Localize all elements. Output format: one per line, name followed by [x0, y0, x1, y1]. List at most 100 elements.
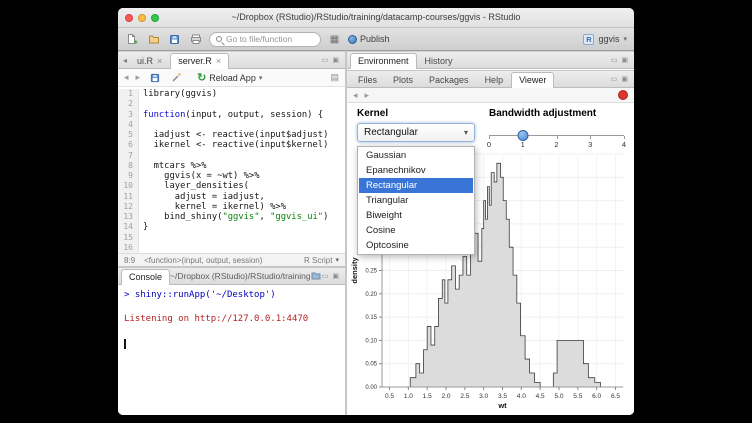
close-window-button[interactable]: [125, 14, 133, 22]
kernel-option[interactable]: Rectangular: [359, 178, 473, 193]
window-title: ~/Dropbox (RStudio)/RStudio/training/dat…: [118, 8, 634, 27]
code-line[interactable]: 7: [118, 151, 345, 161]
tab-ui-r[interactable]: ui.R ×: [129, 54, 170, 68]
publish-button[interactable]: Publish: [348, 34, 390, 44]
console-body[interactable]: > shiny::runApp('~/Desktop') Listening o…: [118, 285, 345, 415]
code-line[interactable]: 2: [118, 99, 345, 109]
code-line[interactable]: 1library(ggvis): [118, 89, 345, 99]
document-outline-icon[interactable]: ▤: [330, 72, 339, 83]
kernel-select[interactable]: Rectangular ▾: [357, 123, 475, 142]
code-line[interactable]: 8 mtcars %>%: [118, 161, 345, 171]
bandwidth-label: Bandwidth adjustment: [489, 108, 624, 119]
back-icon[interactable]: ◂: [353, 90, 358, 101]
code-line[interactable]: 10 layer_densities(: [118, 181, 345, 191]
save-icon[interactable]: [147, 71, 162, 85]
maximize-pane-icon[interactable]: ▣: [332, 56, 339, 64]
save-icon[interactable]: [167, 32, 182, 46]
goto-file-placeholder: Go to file/function: [226, 34, 292, 44]
file-type-selector[interactable]: R Script: [304, 256, 332, 265]
code-line[interactable]: 3function(input, output, session) {: [118, 110, 345, 120]
kernel-dropdown-menu[interactable]: GaussianEpanechnikovRectangularTriangula…: [357, 146, 475, 255]
tab-label: Console: [129, 271, 162, 284]
project-label: ggvis: [598, 34, 619, 44]
bandwidth-slider[interactable]: 01234: [489, 129, 624, 155]
console-cursor: [124, 339, 126, 349]
kernel-option[interactable]: Optcosine: [359, 238, 473, 253]
viewer-toolbar: ◂ ▸: [347, 88, 634, 103]
kernel-option[interactable]: Triangular: [359, 193, 473, 208]
tab-viewer[interactable]: Viewer: [511, 72, 554, 88]
tab-label: server.R: [178, 55, 212, 68]
svg-text:3.5: 3.5: [498, 393, 507, 400]
svg-text:2.0: 2.0: [441, 393, 450, 400]
scope-selector[interactable]: <function>(input, output, session): [144, 256, 262, 265]
open-folder-icon[interactable]: [146, 32, 161, 46]
code-line[interactable]: 11 adjust = iadjust,: [118, 192, 345, 202]
kernel-option[interactable]: Cosine: [359, 223, 473, 238]
new-file-icon[interactable]: [125, 32, 140, 46]
forward-icon[interactable]: ▸: [365, 90, 370, 101]
code-line[interactable]: 12 kernel = ikernel) %>%: [118, 202, 345, 212]
code-line[interactable]: 6 ikernel <- reactive(input$kernel): [118, 140, 345, 150]
code-line[interactable]: 5 iadjust <- reactive(input$adjust): [118, 130, 345, 140]
project-menu[interactable]: R ggvis ▾: [583, 34, 627, 45]
pane-controls: ▭ ▣: [322, 56, 342, 64]
stop-app-button[interactable]: [618, 90, 628, 100]
code-line[interactable]: 16: [118, 243, 345, 253]
minimize-window-button[interactable]: [138, 14, 146, 22]
tab-server-r[interactable]: server.R ×: [170, 53, 229, 69]
code-line[interactable]: 4: [118, 120, 345, 130]
close-icon[interactable]: ×: [216, 55, 221, 68]
svg-text:wt: wt: [497, 401, 507, 410]
pane-controls: ▭ ▣: [611, 56, 631, 64]
back-icon[interactable]: ◂: [124, 72, 129, 83]
code-line[interactable]: 9 ggvis(x = ~wt) %>%: [118, 171, 345, 181]
svg-text:0.05: 0.05: [365, 362, 377, 368]
forward-icon[interactable]: ▸: [136, 72, 141, 83]
console-line: [124, 301, 339, 313]
minimize-pane-icon[interactable]: ▭: [611, 75, 618, 83]
maximize-pane-icon[interactable]: ▣: [621, 75, 628, 83]
console-pane: Console ~/Dropbox (RStudio)/RStudio/trai…: [118, 268, 345, 415]
svg-text:3.0: 3.0: [479, 393, 488, 400]
goto-file-input[interactable]: Go to file/function: [209, 32, 321, 47]
magic-wand-icon[interactable]: [169, 71, 184, 85]
tab-environment[interactable]: Environment: [350, 53, 417, 69]
folder-icon[interactable]: [310, 269, 322, 283]
tab-label: Packages: [429, 74, 469, 87]
cursor-position: 8:9: [124, 256, 135, 265]
minimize-pane-icon[interactable]: ▭: [322, 56, 329, 64]
tab-console[interactable]: Console: [121, 269, 170, 285]
svg-text:5.5: 5.5: [573, 393, 582, 400]
kernel-option[interactable]: Gaussian: [359, 148, 473, 163]
svg-text:density: density: [350, 257, 359, 284]
kernel-option[interactable]: Biweight: [359, 208, 473, 223]
code-line[interactable]: 15: [118, 233, 345, 243]
working-directory: ~/Dropbox (RStudio)/RStudio/training/dat…: [170, 271, 310, 281]
svg-text:1.5: 1.5: [423, 393, 432, 400]
minimize-pane-icon[interactable]: ▭: [322, 272, 329, 280]
print-icon[interactable]: [188, 32, 203, 46]
code-line[interactable]: 14}: [118, 222, 345, 232]
tab-files[interactable]: Files: [350, 73, 385, 87]
slider-tick-label: 3: [588, 140, 592, 149]
maximize-pane-icon[interactable]: ▣: [621, 56, 628, 64]
code-area[interactable]: 1library(ggvis)23function(input, output,…: [118, 89, 345, 253]
maximize-pane-icon[interactable]: ▣: [332, 272, 339, 280]
kernel-option[interactable]: Epanechnikov: [359, 163, 473, 178]
tab-help[interactable]: Help: [477, 73, 512, 87]
minimize-pane-icon[interactable]: ▭: [611, 56, 618, 64]
tab-history[interactable]: History: [417, 54, 461, 68]
tab-packages[interactable]: Packages: [421, 73, 477, 87]
addins-icon[interactable]: ▦: [327, 32, 342, 46]
code-line[interactable]: 13 bind_shiny("ggvis", "ggvis_ui"): [118, 212, 345, 222]
svg-text:0.5: 0.5: [385, 393, 394, 400]
tab-plots[interactable]: Plots: [385, 73, 421, 87]
close-icon[interactable]: ×: [157, 55, 162, 68]
tab-scroll-left-icon[interactable]: ◂: [121, 56, 129, 65]
zoom-window-button[interactable]: [151, 14, 159, 22]
tab-label: Files: [358, 74, 377, 87]
pane-controls: ▭ ▣: [611, 75, 631, 83]
chevron-down-icon: ▾: [623, 35, 627, 43]
reload-app-button[interactable]: ↻ Reload App ▾: [197, 73, 262, 83]
